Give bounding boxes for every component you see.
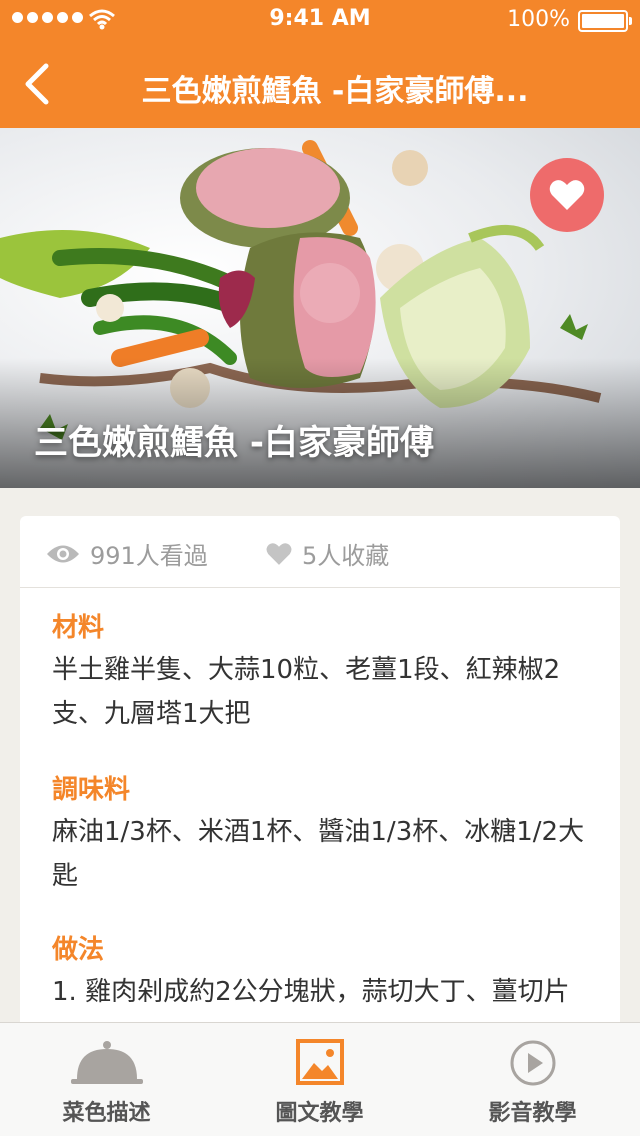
- top-bar: 9:41 AM 100% 三色嫩煎鱈魚 -白家豪師傅...: [0, 0, 640, 128]
- favorite-count: 5人收藏: [266, 536, 389, 571]
- tab-video-guide[interactable]: 影音教學: [426, 1023, 639, 1136]
- stats-row: 991人看過 5人收藏: [20, 516, 620, 588]
- favorite-button[interactable]: [530, 158, 604, 232]
- section-heading: 調味料: [52, 775, 131, 805]
- battery-percent: 100%: [507, 7, 570, 32]
- tab-label: 影音教學: [488, 1101, 577, 1126]
- section-method: 做法 1. 雞肉剁成約2公分塊狀，蒜切大丁、薑切片: [52, 930, 600, 1014]
- section-ingredients: 材料 半土雞半隻、大蒜10粒、老薑1段、紅辣椒2支、九層塔1大把: [52, 608, 600, 736]
- tab-illustrated-guide[interactable]: 圖文教學: [213, 1023, 426, 1136]
- favorite-count-text: 5人收藏: [302, 542, 390, 570]
- back-chevron-icon[interactable]: [22, 62, 52, 106]
- eye-icon: [47, 545, 79, 562]
- tab-bar: 菜色描述 圖文教學 影音教學: [0, 1022, 640, 1136]
- view-count-text: 991人看過: [90, 542, 208, 570]
- dish-photo: 三色嫩煎鱈魚 -白家豪師傅: [0, 128, 640, 488]
- tab-dish-description[interactable]: 菜色描述: [0, 1023, 213, 1136]
- cloche-icon: [70, 1041, 143, 1084]
- hero-title: 三色嫩煎鱈魚 -白家豪師傅: [34, 423, 434, 463]
- section-seasoning: 調味料 麻油1/3杯、米酒1杯、醬油1/3杯、冰糖1/2大匙: [52, 770, 600, 898]
- section-body: 半土雞半隻、大蒜10粒、老薑1段、紅辣椒2支、九層塔1大把: [52, 655, 561, 729]
- section-heading: 做法: [52, 935, 105, 965]
- play-icon: [510, 1040, 555, 1086]
- heart-outline-icon: [266, 542, 292, 565]
- tab-label: 圖文教學: [275, 1101, 364, 1126]
- image-icon: [295, 1039, 344, 1085]
- heart-icon: [549, 180, 585, 210]
- section-body: 1. 雞肉剁成約2公分塊狀，蒜切大丁、薑切片: [52, 977, 570, 1007]
- battery-icon: [578, 10, 632, 32]
- view-count: 991人看過: [46, 536, 208, 571]
- section-heading: 材料: [52, 613, 105, 643]
- tab-label: 菜色描述: [62, 1101, 151, 1126]
- status-bar: 9:41 AM 100%: [0, 0, 640, 40]
- section-body: 麻油1/3杯、米酒1杯、醬油1/3杯、冰糖1/2大匙: [52, 817, 585, 891]
- nav-title: 三色嫩煎鱈魚 -白家豪師傅...: [141, 74, 529, 109]
